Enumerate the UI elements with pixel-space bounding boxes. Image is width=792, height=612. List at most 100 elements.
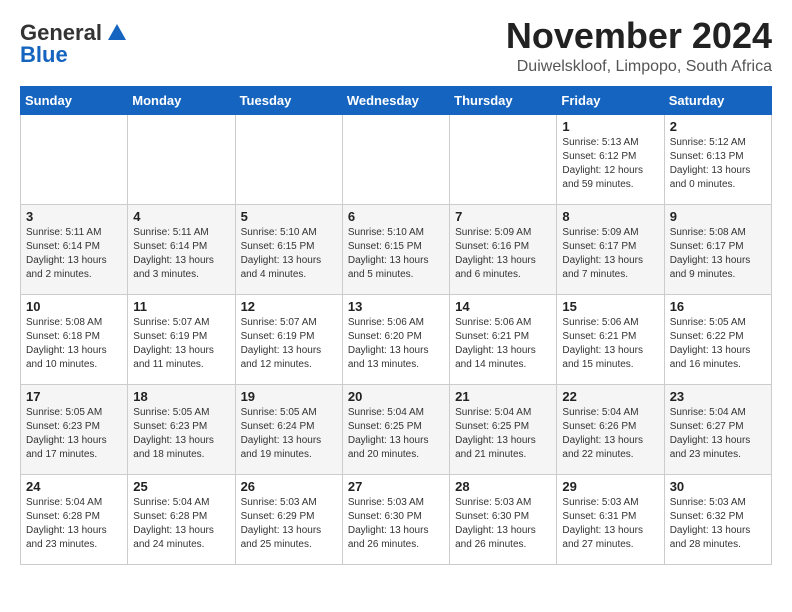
calendar-body: 1 Sunrise: 5:13 AM Sunset: 6:12 PM Daylig…	[21, 114, 772, 564]
calendar-cell: 8Sunrise: 5:09 AM Sunset: 6:17 PM Daylig…	[557, 204, 664, 294]
calendar-cell	[21, 114, 128, 204]
day-number: 18	[133, 389, 229, 404]
calendar-cell: 19 Sunrise: 5:05 AM Sunset: 6:24 PM Dayli…	[235, 384, 342, 474]
calendar-cell: 9 Sunrise: 5:08 AM Sunset: 6:17 PM Daylig…	[664, 204, 771, 294]
header-day-saturday: Saturday	[664, 86, 771, 114]
calendar-cell: 30 Sunrise: 5:03 AM Sunset: 6:32 PM Dayli…	[664, 474, 771, 564]
calendar-cell: 26 Sunrise: 5:03 AM Sunset: 6:29 PM Dayli…	[235, 474, 342, 564]
day-info: Sunrise: 5:04 AM Sunset: 6:26 PM Dayligh…	[562, 406, 658, 462]
day-info: Sunrise: 5:05 AM Sunset: 6:23 PM Dayligh…	[133, 406, 229, 462]
calendar-cell	[342, 114, 449, 204]
day-number: 19	[241, 389, 337, 404]
header-day-wednesday: Wednesday	[342, 86, 449, 114]
day-number: 13	[348, 299, 444, 314]
day-number: 22	[562, 389, 658, 404]
day-number: 24	[26, 479, 122, 494]
day-info: Sunrise: 5:10 AM Sunset: 6:15 PM Dayligh…	[241, 226, 337, 282]
day-info: Sunrise: 5:11 AM Sunset: 6:14 PM Dayligh…	[133, 226, 229, 282]
day-info: Sunrise: 5:12 AM Sunset: 6:13 PM Dayligh…	[670, 136, 766, 192]
day-info: Sunrise: 5:05 AM Sunset: 6:24 PM Dayligh…	[241, 406, 337, 462]
calendar-cell: 15 Sunrise: 5:06 AM Sunset: 6:21 PM Dayli…	[557, 294, 664, 384]
calendar-cell: 24 Sunrise: 5:04 AM Sunset: 6:28 PM Dayli…	[21, 474, 128, 564]
calendar-cell: 18 Sunrise: 5:05 AM Sunset: 6:23 PM Dayli…	[128, 384, 235, 474]
day-number: 11	[133, 299, 229, 314]
header-row: SundayMondayTuesdayWednesdayThursdayFrid…	[21, 86, 772, 114]
calendar-cell: 1 Sunrise: 5:13 AM Sunset: 6:12 PM Daylig…	[557, 114, 664, 204]
day-number: 25	[133, 479, 229, 494]
day-info: Sunrise: 5:03 AM Sunset: 6:32 PM Dayligh…	[670, 496, 766, 552]
day-info: Sunrise: 5:06 AM Sunset: 6:21 PM Dayligh…	[562, 316, 658, 372]
day-number: 23	[670, 389, 766, 404]
calendar-cell: 6Sunrise: 5:10 AM Sunset: 6:15 PM Daylig…	[342, 204, 449, 294]
calendar-cell: 11 Sunrise: 5:07 AM Sunset: 6:19 PM Dayli…	[128, 294, 235, 384]
calendar-cell: 29 Sunrise: 5:03 AM Sunset: 6:31 PM Dayli…	[557, 474, 664, 564]
calendar-week-row: 3 Sunrise: 5:11 AM Sunset: 6:14 PM Daylig…	[21, 204, 772, 294]
calendar-cell: 20 Sunrise: 5:04 AM Sunset: 6:25 PM Dayli…	[342, 384, 449, 474]
calendar-cell: 17 Sunrise: 5:05 AM Sunset: 6:23 PM Dayli…	[21, 384, 128, 474]
day-info: Sunrise: 5:04 AM Sunset: 6:25 PM Dayligh…	[348, 406, 444, 462]
calendar-cell: 16 Sunrise: 5:05 AM Sunset: 6:22 PM Dayli…	[664, 294, 771, 384]
calendar-cell: 12Sunrise: 5:07 AM Sunset: 6:19 PM Dayli…	[235, 294, 342, 384]
location-subtitle: Duiwelskloof, Limpopo, South Africa	[506, 58, 772, 76]
day-number: 20	[348, 389, 444, 404]
day-info: Sunrise: 5:04 AM Sunset: 6:28 PM Dayligh…	[26, 496, 122, 552]
day-number: 29	[562, 479, 658, 494]
calendar-week-row: 24 Sunrise: 5:04 AM Sunset: 6:28 PM Dayli…	[21, 474, 772, 564]
calendar-cell: 5 Sunrise: 5:10 AM Sunset: 6:15 PM Daylig…	[235, 204, 342, 294]
day-number: 28	[455, 479, 551, 494]
day-number: 8	[562, 209, 658, 224]
calendar-week-row: 10Sunrise: 5:08 AM Sunset: 6:18 PM Dayli…	[21, 294, 772, 384]
header-day-thursday: Thursday	[450, 86, 557, 114]
day-number: 15	[562, 299, 658, 314]
day-number: 30	[670, 479, 766, 494]
day-number: 7	[455, 209, 551, 224]
day-number: 27	[348, 479, 444, 494]
day-number: 1	[562, 119, 658, 134]
calendar-cell: 10Sunrise: 5:08 AM Sunset: 6:18 PM Dayli…	[21, 294, 128, 384]
calendar-cell: 13Sunrise: 5:06 AM Sunset: 6:20 PM Dayli…	[342, 294, 449, 384]
day-number: 3	[26, 209, 122, 224]
calendar-cell: 27Sunrise: 5:03 AM Sunset: 6:30 PM Dayli…	[342, 474, 449, 564]
day-info: Sunrise: 5:07 AM Sunset: 6:19 PM Dayligh…	[241, 316, 337, 372]
logo-blue-text: Blue	[20, 42, 68, 68]
calendar-cell	[128, 114, 235, 204]
day-info: Sunrise: 5:03 AM Sunset: 6:31 PM Dayligh…	[562, 496, 658, 552]
day-info: Sunrise: 5:08 AM Sunset: 6:17 PM Dayligh…	[670, 226, 766, 282]
day-number: 14	[455, 299, 551, 314]
calendar-cell: 4 Sunrise: 5:11 AM Sunset: 6:14 PM Daylig…	[128, 204, 235, 294]
day-number: 26	[241, 479, 337, 494]
day-number: 16	[670, 299, 766, 314]
calendar-cell: 14 Sunrise: 5:06 AM Sunset: 6:21 PM Dayli…	[450, 294, 557, 384]
calendar-cell: 21Sunrise: 5:04 AM Sunset: 6:25 PM Dayli…	[450, 384, 557, 474]
day-info: Sunrise: 5:06 AM Sunset: 6:21 PM Dayligh…	[455, 316, 551, 372]
day-info: Sunrise: 5:03 AM Sunset: 6:30 PM Dayligh…	[455, 496, 551, 552]
day-number: 17	[26, 389, 122, 404]
day-number: 5	[241, 209, 337, 224]
calendar-cell: 2 Sunrise: 5:12 AM Sunset: 6:13 PM Daylig…	[664, 114, 771, 204]
calendar-cell: 7Sunrise: 5:09 AM Sunset: 6:16 PM Daylig…	[450, 204, 557, 294]
header-day-tuesday: Tuesday	[235, 86, 342, 114]
day-info: Sunrise: 5:13 AM Sunset: 6:12 PM Dayligh…	[562, 136, 658, 192]
day-number: 6	[348, 209, 444, 224]
calendar-cell	[450, 114, 557, 204]
day-info: Sunrise: 5:07 AM Sunset: 6:19 PM Dayligh…	[133, 316, 229, 372]
day-info: Sunrise: 5:03 AM Sunset: 6:29 PM Dayligh…	[241, 496, 337, 552]
day-info: Sunrise: 5:08 AM Sunset: 6:18 PM Dayligh…	[26, 316, 122, 372]
day-number: 9	[670, 209, 766, 224]
day-info: Sunrise: 5:11 AM Sunset: 6:14 PM Dayligh…	[26, 226, 122, 282]
calendar-week-row: 1 Sunrise: 5:13 AM Sunset: 6:12 PM Daylig…	[21, 114, 772, 204]
day-number: 2	[670, 119, 766, 134]
calendar-cell: 3 Sunrise: 5:11 AM Sunset: 6:14 PM Daylig…	[21, 204, 128, 294]
day-number: 21	[455, 389, 551, 404]
calendar-cell: 23 Sunrise: 5:04 AM Sunset: 6:27 PM Dayli…	[664, 384, 771, 474]
calendar-cell	[235, 114, 342, 204]
calendar-cell: 28 Sunrise: 5:03 AM Sunset: 6:30 PM Dayli…	[450, 474, 557, 564]
day-info: Sunrise: 5:05 AM Sunset: 6:22 PM Dayligh…	[670, 316, 766, 372]
header-day-friday: Friday	[557, 86, 664, 114]
day-number: 4	[133, 209, 229, 224]
logo: General Blue	[20, 20, 128, 68]
day-info: Sunrise: 5:05 AM Sunset: 6:23 PM Dayligh…	[26, 406, 122, 462]
calendar-header: SundayMondayTuesdayWednesdayThursdayFrid…	[21, 86, 772, 114]
logo-icon	[106, 22, 128, 44]
day-info: Sunrise: 5:04 AM Sunset: 6:27 PM Dayligh…	[670, 406, 766, 462]
